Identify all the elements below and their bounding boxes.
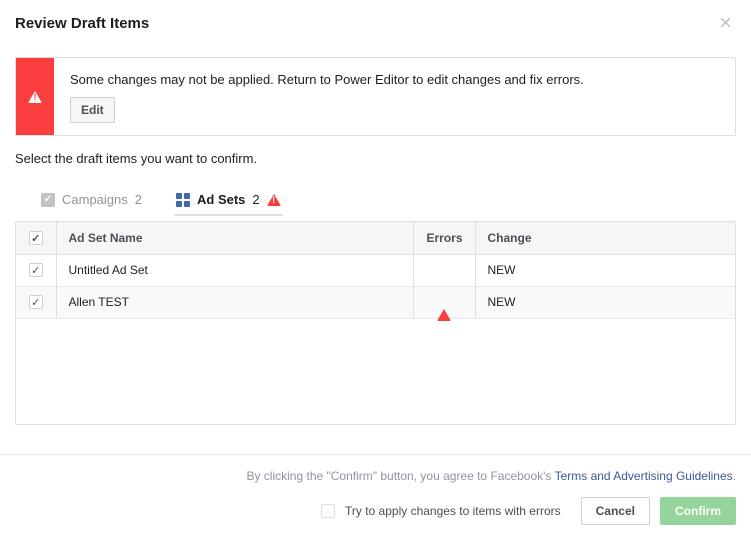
adsets-table: Ad Set Name Errors Change Untitled Ad Se… — [15, 221, 736, 425]
table-row[interactable]: Untitled Ad Set NEW — [16, 254, 735, 286]
header-change[interactable]: Change — [475, 222, 735, 254]
warning-icon — [437, 295, 451, 321]
cell-change: NEW — [475, 286, 735, 318]
tab-adsets[interactable]: Ad Sets 2 — [170, 188, 287, 215]
alert-message: Some changes may not be applied. Return … — [70, 72, 719, 87]
edit-button[interactable]: Edit — [70, 97, 115, 123]
header-checkbox-cell — [16, 222, 56, 254]
try-apply-label: Try to apply changes to items with error… — [345, 504, 561, 518]
legal-prefix: By clicking the "Confirm" button, you ag… — [246, 469, 554, 483]
select-all-checkbox[interactable] — [29, 231, 43, 245]
tab-adsets-label: Ad Sets — [197, 192, 245, 207]
campaigns-icon — [41, 193, 55, 207]
dialog-header: Review Draft Items × — [0, 0, 751, 42]
legal-suffix: . — [733, 469, 736, 483]
tab-campaigns-label: Campaigns — [62, 192, 128, 207]
adsets-icon — [176, 193, 190, 207]
header-name[interactable]: Ad Set Name — [56, 222, 414, 254]
tab-campaigns-count: 2 — [135, 192, 142, 207]
warning-icon — [28, 91, 42, 103]
footer-actions: Try to apply changes to items with error… — [15, 497, 736, 525]
table-row[interactable]: Allen TEST NEW — [16, 286, 735, 318]
cell-change: NEW — [475, 254, 735, 286]
instruction-text: Select the draft items you want to confi… — [0, 151, 751, 178]
row-checkbox[interactable] — [29, 263, 43, 277]
cell-name: Untitled Ad Set — [56, 254, 414, 286]
cell-name: Allen TEST — [56, 286, 414, 318]
cell-errors — [414, 286, 475, 318]
tab-campaigns[interactable]: Campaigns 2 — [35, 188, 148, 215]
cell-errors — [414, 254, 475, 286]
tab-adsets-count: 2 — [252, 192, 259, 207]
row-checkbox[interactable] — [29, 295, 43, 309]
alert-body: Some changes may not be applied. Return … — [54, 58, 735, 135]
warning-icon — [267, 194, 281, 206]
alert-icon-column — [16, 58, 54, 135]
tab-bar: Campaigns 2 Ad Sets 2 — [0, 178, 751, 215]
header-errors[interactable]: Errors — [414, 222, 475, 254]
try-apply-checkbox[interactable] — [321, 504, 335, 518]
cancel-button[interactable]: Cancel — [581, 497, 650, 525]
terms-link[interactable]: Terms and Advertising Guidelines — [555, 469, 733, 483]
close-icon[interactable]: × — [715, 12, 736, 34]
legal-text: By clicking the "Confirm" button, you ag… — [15, 469, 736, 483]
table-header-row: Ad Set Name Errors Change — [16, 222, 735, 254]
confirm-button[interactable]: Confirm — [660, 497, 736, 525]
error-alert: Some changes may not be applied. Return … — [15, 57, 736, 136]
dialog-footer: By clicking the "Confirm" button, you ag… — [0, 454, 751, 537]
dialog-title: Review Draft Items — [15, 15, 149, 32]
